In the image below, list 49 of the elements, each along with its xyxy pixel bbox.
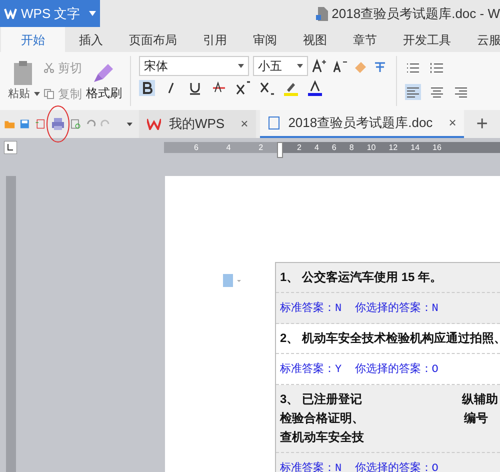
ribbon-tab[interactable]: 视图 [291, 27, 339, 52]
question-text: 1、 公交客运汽车使用 15 年。 [280, 269, 442, 286]
font-color-icon[interactable] [307, 80, 323, 96]
wps-logo-icon [4, 8, 17, 19]
wps-logo-icon [146, 118, 161, 130]
document-tab[interactable]: 我的WPS × [138, 110, 256, 138]
print-icon[interactable] [50, 116, 66, 132]
ribbon-tab[interactable]: 章节 [341, 27, 389, 52]
caret-icon [297, 64, 303, 68]
format-painter-button[interactable]: 格式刷 [86, 84, 122, 102]
copy-icon [44, 89, 54, 99]
document-icon [268, 116, 280, 130]
bold-icon[interactable] [139, 80, 155, 96]
caret-icon [238, 64, 244, 68]
highlight-icon[interactable] [283, 80, 299, 96]
new-tab-button[interactable]: + [468, 109, 496, 139]
indent-marker[interactable] [277, 142, 283, 158]
ribbon-tab[interactable]: 页面布局 [117, 27, 189, 52]
grow-font-icon[interactable] [312, 58, 328, 74]
tab-stop-icon[interactable] [4, 141, 17, 154]
numbered-list-icon[interactable] [429, 60, 445, 76]
superscript-icon[interactable] [235, 80, 251, 96]
ribbon-tab[interactable]: 插入 [67, 27, 115, 52]
ribbon-tab[interactable]: 审阅 [241, 27, 289, 52]
answer-text: 标准答案：N 你选择的答案：N [280, 303, 438, 315]
ribbon-tab[interactable]: 开始 [1, 27, 65, 52]
app-menu-button[interactable]: WPS 文字 [0, 0, 100, 27]
document-icon [316, 6, 328, 20]
align-left-icon[interactable] [405, 84, 421, 100]
question-text: 编号 [464, 410, 488, 427]
ribbon-tab[interactable]: 引用 [191, 27, 239, 52]
question-text: 纵辅助 [462, 391, 498, 408]
question-text: 检验合格证明、 [280, 410, 364, 427]
highlight-circle [44, 104, 71, 144]
scissors-icon [44, 63, 54, 73]
paste-button[interactable]: 粘贴 [8, 86, 40, 102]
answer-text: 标准答案：Y 你选择的答案：O [280, 364, 438, 376]
ribbon-tab[interactable]: 开发工具 [391, 27, 463, 52]
question-text: 2、 机动车安全技术检验机构应通过拍照、 [280, 330, 500, 347]
caret-icon [34, 92, 40, 96]
underline-icon[interactable] [187, 80, 203, 96]
subscript-icon[interactable] [259, 80, 275, 96]
font-size-select[interactable]: 小五 [253, 56, 308, 76]
question-text: 3、 已注册登记 [280, 391, 362, 408]
font-family-select[interactable]: 宋体 [139, 56, 249, 76]
caret-icon[interactable] [89, 11, 96, 16]
window-title: 2018查验员考试题库.doc - W [332, 4, 500, 23]
document-tab[interactable]: 2018查验员考试题库.doc × [260, 110, 464, 138]
question-text: 查机动车安全技 [280, 429, 364, 446]
